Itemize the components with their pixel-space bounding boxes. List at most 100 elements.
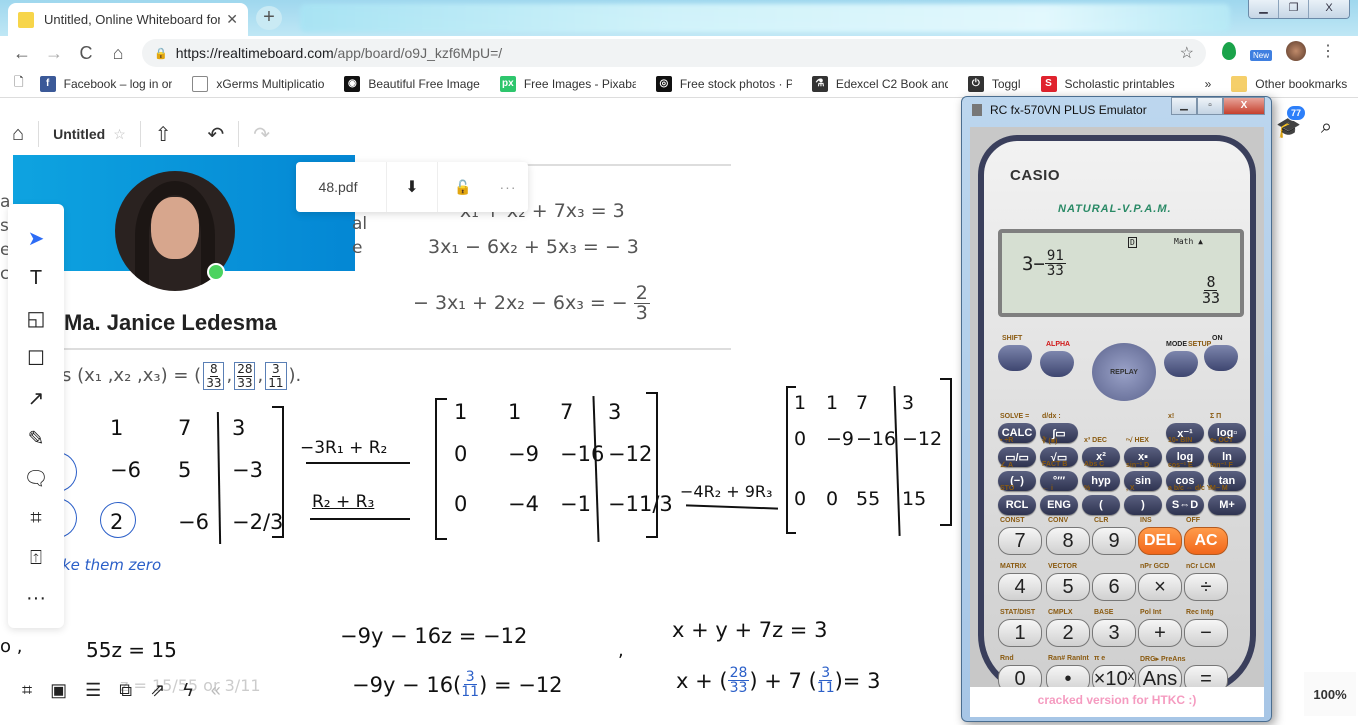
matrix-entry: −3 bbox=[232, 458, 263, 482]
replay-dpad[interactable]: REPLAY bbox=[1092, 343, 1156, 401]
sticky-note-tool-icon[interactable]: ◱ bbox=[27, 298, 46, 338]
calc-number-key[interactable]: Ans bbox=[1138, 665, 1182, 687]
close-window-button[interactable]: X bbox=[1309, 0, 1349, 18]
unlock-icon[interactable]: 🔓 bbox=[438, 179, 488, 196]
bookmark-star-icon[interactable]: ☆ bbox=[1180, 43, 1194, 63]
search-icon[interactable]: ⌕ bbox=[1321, 116, 1332, 139]
calc-minimize-button[interactable]: ▁ bbox=[1171, 97, 1197, 115]
mode-key[interactable] bbox=[1164, 351, 1198, 377]
calc-func-key[interactable]: ( bbox=[1082, 495, 1120, 515]
maximize-button[interactable]: ❐ bbox=[1279, 0, 1309, 18]
calc-number-key[interactable]: 0 bbox=[998, 665, 1042, 687]
on-label: ON bbox=[1212, 335, 1223, 342]
calc-func-key[interactable]: RCL bbox=[998, 495, 1036, 515]
pen-tool-icon[interactable]: ✎ bbox=[28, 418, 45, 458]
doc-fragment: e bbox=[352, 238, 363, 258]
frame-tool-icon[interactable]: ⌗ bbox=[30, 498, 41, 538]
export-icon[interactable]: ⇗ bbox=[150, 680, 165, 701]
calc-number-key[interactable]: ÷ bbox=[1184, 573, 1228, 601]
bookmarks-overflow-button[interactable]: » bbox=[1205, 77, 1212, 91]
calc-number-key[interactable]: 5 bbox=[1046, 573, 1090, 601]
upload-tool-icon[interactable]: ⍐ bbox=[30, 538, 42, 578]
screen-share-icon[interactable]: ⧉ bbox=[119, 680, 132, 701]
presentation-icon[interactable]: ▣ bbox=[50, 680, 67, 701]
calc-number-key[interactable]: + bbox=[1138, 619, 1182, 647]
bookmark-item[interactable]: px Free Images - Pixaba bbox=[499, 75, 636, 92]
tab-close-icon[interactable]: ✕ bbox=[226, 11, 238, 28]
calc-number-key[interactable]: 9 bbox=[1092, 527, 1136, 555]
chrome-menu-icon[interactable]: ⋮ bbox=[1320, 41, 1336, 61]
calc-number-key[interactable]: 3 bbox=[1092, 619, 1136, 647]
apps-page-icon[interactable]: 🗋 bbox=[14, 73, 24, 94]
back-button[interactable]: ← bbox=[6, 43, 38, 64]
matrix-entry: 15 bbox=[902, 488, 927, 510]
shift-label: SHIFT bbox=[1002, 335, 1023, 342]
arrow-tool-icon[interactable]: ↗ bbox=[28, 378, 45, 418]
shape-tool-icon[interactable]: ☐ bbox=[27, 338, 45, 378]
frames-icon[interactable]: ⌗ bbox=[22, 680, 32, 701]
hangouts-extension-icon[interactable] bbox=[1222, 41, 1236, 60]
calc-func-key[interactable]: M+ bbox=[1208, 495, 1246, 515]
calc-number-key[interactable]: 4 bbox=[998, 573, 1042, 601]
comment-tool-icon[interactable]: 🗨 bbox=[23, 458, 48, 498]
calc-number-key[interactable]: • bbox=[1046, 665, 1090, 687]
calc-number-key[interactable]: ×10ˣ bbox=[1092, 665, 1136, 687]
calc-func-key[interactable]: S⇔D bbox=[1166, 495, 1204, 515]
other-bookmarks-folder[interactable]: Other bookmarks bbox=[1231, 75, 1347, 92]
new-extension-badge[interactable]: New bbox=[1250, 50, 1273, 61]
text-tool-icon[interactable]: T bbox=[30, 258, 42, 298]
alpha-key[interactable] bbox=[1040, 351, 1074, 377]
calc-number-key[interactable]: × bbox=[1138, 573, 1182, 601]
address-bar[interactable]: 🔒 https://realtimeboard.com/app/board/o9… bbox=[142, 39, 1206, 67]
select-tool-icon[interactable]: ➤ bbox=[28, 218, 45, 258]
lightning-icon[interactable]: ϟ bbox=[183, 680, 193, 701]
calc-number-key[interactable]: 8 bbox=[1046, 527, 1090, 555]
collapse-icon[interactable]: « bbox=[211, 680, 221, 701]
comments-icon[interactable]: ☰ bbox=[85, 680, 101, 701]
reload-button[interactable]: C bbox=[70, 43, 102, 64]
calc-orange-key[interactable]: DEL bbox=[1138, 527, 1182, 555]
minimize-button[interactable]: ▁ bbox=[1249, 0, 1279, 18]
calc-number-key[interactable]: = bbox=[1184, 665, 1228, 687]
new-tab-button[interactable]: + bbox=[256, 6, 282, 30]
matrix-entry: −11/3 bbox=[608, 492, 673, 516]
bookmark-item[interactable]: ⚗ Edexcel C2 Book and bbox=[811, 75, 948, 92]
calc-number-key[interactable]: 7 bbox=[998, 527, 1042, 555]
bookmark-item[interactable]: xGerms Multiplicatio bbox=[192, 75, 324, 92]
bookmark-item[interactable]: ⏻ Toggl bbox=[967, 75, 1021, 92]
pdf-filename[interactable]: 48.pdf bbox=[296, 179, 370, 195]
more-tools-icon[interactable]: ··· bbox=[26, 578, 46, 618]
calculator-titlebar[interactable]: RC fx-570VN PLUS Emulator ▁ ▫ X bbox=[962, 97, 1271, 123]
calc-number-key[interactable]: − bbox=[1184, 619, 1228, 647]
bookmark-item[interactable]: ◎ Free stock photos · P bbox=[655, 75, 792, 92]
calc-func-key[interactable]: ) bbox=[1124, 495, 1162, 515]
calc-close-button[interactable]: X bbox=[1223, 97, 1265, 115]
undo-icon[interactable]: ↶ bbox=[208, 122, 225, 147]
browser-tab-active[interactable]: Untitled, Online Whiteboard for Visual C… bbox=[8, 3, 248, 36]
favorite-star-icon[interactable]: ☆ bbox=[113, 126, 126, 143]
calc-maximize-button[interactable]: ▫ bbox=[1197, 97, 1223, 115]
home-button[interactable]: ⌂ bbox=[102, 43, 134, 64]
bookmark-item[interactable]: f Facebook – log in or bbox=[39, 75, 172, 92]
more-options-icon[interactable]: ··· bbox=[488, 179, 528, 195]
key-shift-label: OFF bbox=[1186, 517, 1200, 524]
calc-func-key[interactable]: ENG bbox=[1040, 495, 1078, 515]
calc-number-key[interactable]: 2 bbox=[1046, 619, 1090, 647]
calc-number-key[interactable]: 6 bbox=[1092, 573, 1136, 601]
on-key[interactable] bbox=[1204, 345, 1238, 371]
board-title[interactable]: Untitled bbox=[53, 126, 105, 142]
notifications-button[interactable]: 🎓 77 bbox=[1276, 105, 1307, 140]
bookmark-item[interactable]: S Scholastic printables bbox=[1040, 75, 1175, 92]
bookmark-item[interactable]: ◉ Beautiful Free Image bbox=[344, 75, 480, 92]
zoom-level-button[interactable]: 100% bbox=[1304, 672, 1356, 716]
calc-number-key[interactable]: 1 bbox=[998, 619, 1042, 647]
profile-avatar-icon[interactable] bbox=[1286, 40, 1307, 61]
redo-icon[interactable]: ↷ bbox=[253, 122, 270, 147]
calc-orange-key[interactable]: AC bbox=[1184, 527, 1228, 555]
forward-button[interactable]: → bbox=[38, 43, 70, 64]
share-upload-icon[interactable]: ⇧ bbox=[155, 122, 172, 147]
shift-key[interactable] bbox=[998, 345, 1032, 371]
home-icon[interactable]: ⌂ bbox=[12, 123, 24, 146]
matrix-entry: 0 bbox=[794, 488, 807, 510]
download-icon[interactable]: ⬇ bbox=[387, 177, 437, 197]
